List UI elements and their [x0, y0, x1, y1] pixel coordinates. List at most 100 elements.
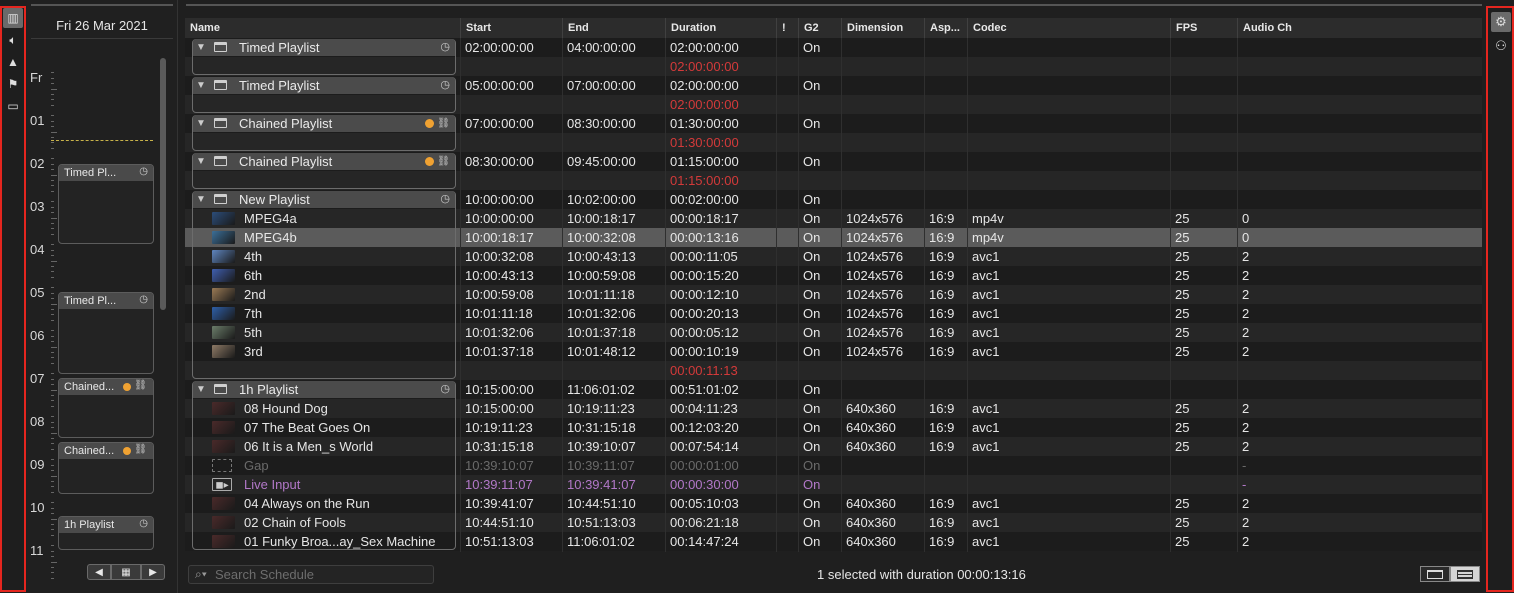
- timeline-tick: [51, 115, 54, 117]
- fps-cell: 25: [1175, 344, 1190, 359]
- disclosure-triangle-icon[interactable]: ▼: [196, 381, 206, 398]
- single-view-button[interactable]: [1420, 566, 1450, 582]
- codec-cell: avc1: [972, 439, 1000, 454]
- fps-cell: 25: [1175, 515, 1190, 530]
- g2-cell: On: [803, 515, 821, 530]
- column-header[interactable]: Dimension: [841, 18, 924, 38]
- timeline-tick: [51, 464, 54, 466]
- calendar-button[interactable]: ▦: [111, 564, 141, 580]
- start-cell: 10:15:00:00: [465, 401, 534, 416]
- column-header[interactable]: Start: [460, 18, 562, 38]
- status-dot: [425, 119, 434, 128]
- end-cell: 11:06:01:02: [567, 382, 635, 397]
- window-icon[interactable]: ▭: [3, 96, 23, 116]
- timeline-tick: [51, 309, 54, 310]
- playlist-group-box: [192, 381, 456, 550]
- fps-cell: 25: [1175, 287, 1190, 302]
- column-header[interactable]: Duration: [665, 18, 776, 38]
- window-icon: [1427, 569, 1443, 579]
- timeline-top-divider: [31, 4, 173, 6]
- timeline-tick: [51, 169, 54, 171]
- prev-day-button[interactable]: ◀: [87, 564, 111, 580]
- column-header[interactable]: !: [776, 18, 798, 38]
- playlist-title: New Playlist: [239, 192, 310, 207]
- playlist-window-icon: [214, 118, 227, 128]
- timeline-block-header: Timed Pl... ◷: [59, 165, 153, 181]
- dur-cell: 01:30:00:00: [670, 116, 739, 131]
- playlist-header[interactable]: ▼ New Playlist ◷: [193, 191, 455, 208]
- disclosure-triangle-icon[interactable]: ▼: [196, 39, 206, 56]
- timeline-tick: [51, 486, 54, 488]
- asp-cell: 16:9: [929, 325, 955, 340]
- speaker-icon[interactable]: 🔈︎: [3, 30, 23, 50]
- timeline-tick: [51, 513, 54, 515]
- list-view-button[interactable]: [1450, 566, 1480, 582]
- dim-cell: 1024x576: [846, 325, 904, 340]
- g2-cell: On: [803, 211, 821, 226]
- audio-cell: 2: [1242, 420, 1250, 435]
- mountains-icon[interactable]: ▲: [3, 52, 23, 72]
- playlist-window-icon: [214, 80, 227, 90]
- film-strip-icon[interactable]: ▥: [3, 8, 23, 28]
- search-input[interactable]: [215, 567, 425, 582]
- timeline-hour-label: 03: [30, 199, 45, 214]
- timeline-tick: [51, 556, 54, 558]
- gear-icon[interactable]: ⚙: [1491, 12, 1511, 32]
- column-header[interactable]: Asp...: [924, 18, 967, 38]
- people-icon[interactable]: ⚇: [1491, 36, 1511, 56]
- asp-cell: 16:9: [929, 306, 955, 321]
- timeline-tick: [51, 341, 54, 343]
- disclosure-triangle-icon[interactable]: ▼: [196, 77, 206, 94]
- status-text: 1 selected with duration 00:00:13:16: [817, 567, 1026, 582]
- end-cell: 10:00:43:13: [567, 249, 636, 264]
- timeline-tick: [51, 303, 57, 305]
- playlist-header[interactable]: ▼ Timed Playlist ◷: [193, 39, 455, 56]
- disclosure-triangle-icon[interactable]: ▼: [196, 153, 206, 170]
- timeline-hour-label: 06: [30, 328, 45, 343]
- end-cell: 10:00:59:08: [567, 268, 636, 283]
- timeline-hour-label: 02: [30, 156, 45, 171]
- disclosure-triangle-icon[interactable]: ▼: [196, 115, 206, 132]
- start-cell: 10:44:51:10: [465, 515, 534, 530]
- timeline-tick: [51, 77, 54, 79]
- column-header[interactable]: End: [562, 18, 665, 38]
- dur-cell: 00:00:12:10: [670, 287, 739, 302]
- dim-cell: 1024x576: [846, 306, 904, 321]
- timeline-scrollbar[interactable]: [160, 58, 166, 310]
- codec-cell: avc1: [972, 268, 1000, 283]
- column-header[interactable]: Audio Ch: [1237, 18, 1482, 38]
- timeline-block[interactable]: Chained... ⛓: [58, 442, 154, 494]
- end-cell: 10:39:10:07: [567, 439, 636, 454]
- column-header[interactable]: Name: [185, 18, 460, 38]
- column-header[interactable]: Codec: [967, 18, 1170, 38]
- timeline-block[interactable]: Timed Pl... ◷: [58, 164, 154, 244]
- timeline-tick: [51, 94, 54, 95]
- timeline-block[interactable]: Timed Pl... ◷: [58, 292, 154, 374]
- playlist-header[interactable]: ▼ 1h Playlist ◷: [193, 381, 455, 398]
- start-cell: 05:00:00:00: [465, 78, 534, 93]
- search-field[interactable]: ⌕▾: [188, 565, 434, 584]
- playlist-header[interactable]: ▼ Timed Playlist ◷: [193, 77, 455, 94]
- timeline-tick: [51, 137, 54, 138]
- dim-cell: 640x360: [846, 496, 896, 511]
- column-header[interactable]: G2: [798, 18, 841, 38]
- g2-cell: On: [803, 420, 821, 435]
- timeline-hour-label: 10: [30, 500, 45, 515]
- flag-icon[interactable]: ⚑: [3, 74, 23, 94]
- dim-cell: 1024x576: [846, 344, 904, 359]
- timeline-block[interactable]: Chained... ⛓: [58, 378, 154, 438]
- end-cell: 10:01:48:12: [567, 344, 636, 359]
- dim-cell: 1024x576: [846, 230, 904, 245]
- disclosure-triangle-icon[interactable]: ▼: [196, 191, 206, 208]
- column-header[interactable]: FPS: [1170, 18, 1237, 38]
- timeline-tick: [51, 126, 54, 128]
- schedule-table: 02:00:00:00 04:00:00:00 02:00:00:00 On 02:00…: [185, 38, 1482, 552]
- dur-cell: 00:05:10:03: [670, 496, 739, 511]
- timeline-block[interactable]: 1h Playlist ◷: [58, 516, 154, 550]
- end-cell: 04:00:00:00: [567, 40, 636, 55]
- playlist-header[interactable]: ▼ Chained Playlist ⛓: [193, 153, 455, 170]
- start-cell: 10:39:11:07: [465, 477, 533, 492]
- next-day-button[interactable]: ▶: [141, 564, 165, 580]
- playlist-header[interactable]: ▼ Chained Playlist ⛓: [193, 115, 455, 132]
- timeline-date: Fri 26 Mar 2021: [56, 18, 148, 33]
